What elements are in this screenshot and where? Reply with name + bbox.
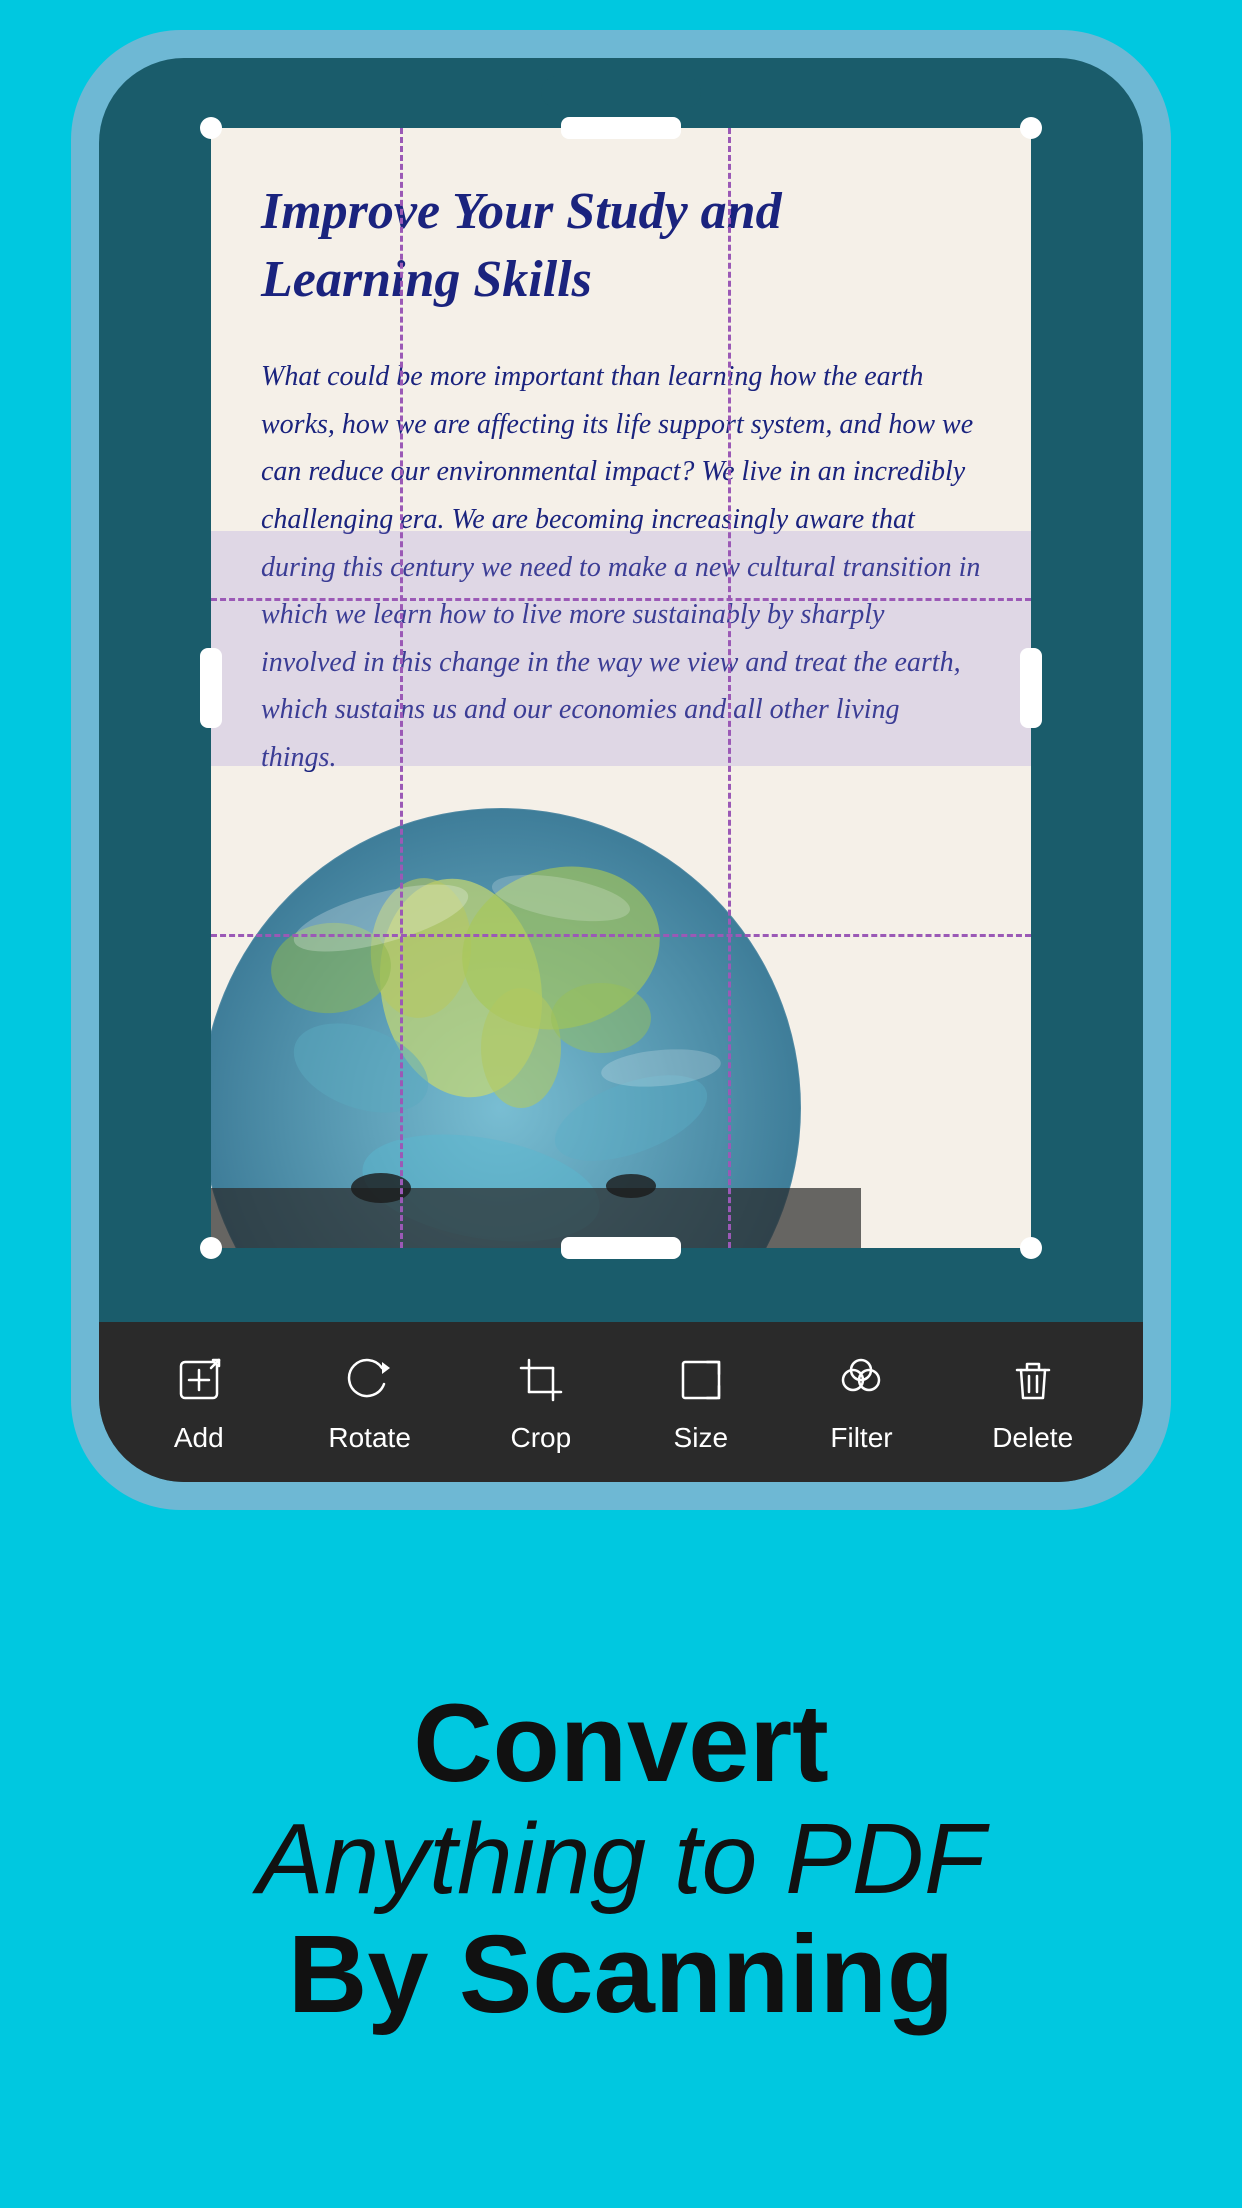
crop-icon: [511, 1350, 571, 1410]
dashed-line-v2: [728, 128, 731, 1248]
dashed-line-v1: [400, 128, 403, 1248]
screen-content: Improve Your Study and Learning Skills W…: [99, 108, 1143, 1322]
toolbar-item-size[interactable]: Size: [671, 1350, 731, 1454]
size-icon: [671, 1350, 731, 1410]
crop-label: Crop: [510, 1422, 571, 1454]
highlight-region: [211, 531, 1031, 766]
corner-handle-tl[interactable]: [200, 117, 222, 139]
crop-frame: Improve Your Study and Learning Skills W…: [211, 128, 1031, 1248]
toolbar-item-rotate[interactable]: Rotate: [328, 1350, 411, 1454]
convert-title: Convert: [413, 1683, 829, 1804]
bottom-section: Convert Anything to PDF By Scanning: [0, 1510, 1242, 2208]
rotate-icon: [340, 1350, 400, 1410]
side-handle-left[interactable]: [200, 648, 222, 728]
rotate-label: Rotate: [328, 1422, 411, 1454]
toolbar-item-delete[interactable]: Delete: [992, 1350, 1073, 1454]
delete-label: Delete: [992, 1422, 1073, 1454]
corner-handle-bl[interactable]: [200, 1237, 222, 1259]
convert-subtitle: Anything to PDF: [257, 1804, 985, 1914]
size-label: Size: [674, 1422, 728, 1454]
add-icon: [169, 1350, 229, 1410]
side-handle-right[interactable]: [1020, 648, 1042, 728]
toolbar-item-crop[interactable]: Crop: [510, 1350, 571, 1454]
toolbar-item-filter[interactable]: Filter: [830, 1350, 892, 1454]
phone-wrapper: Improve Your Study and Learning Skills W…: [71, 30, 1171, 1510]
dashed-line-h1: [211, 598, 1031, 601]
toolbar: Add Rotate: [99, 1322, 1143, 1482]
delete-icon: [1003, 1350, 1063, 1410]
phone-inner: Improve Your Study and Learning Skills W…: [99, 58, 1143, 1482]
filter-icon: [831, 1350, 891, 1410]
earth-globe: [211, 768, 861, 1248]
corner-handle-br[interactable]: [1020, 1237, 1042, 1259]
notch-area: [99, 58, 1143, 108]
dashed-line-h2: [211, 934, 1031, 937]
toolbar-item-add[interactable]: Add: [169, 1350, 229, 1454]
notch: [541, 76, 701, 108]
side-handle-bottom[interactable]: [561, 1237, 681, 1259]
filter-label: Filter: [830, 1422, 892, 1454]
document-title: Improve Your Study and Learning Skills: [261, 178, 981, 313]
add-label: Add: [174, 1422, 224, 1454]
convert-tagline: By Scanning: [288, 1914, 954, 2035]
corner-handle-tr[interactable]: [1020, 117, 1042, 139]
side-handle-top[interactable]: [561, 117, 681, 139]
document-page: Improve Your Study and Learning Skills W…: [211, 128, 1031, 1248]
